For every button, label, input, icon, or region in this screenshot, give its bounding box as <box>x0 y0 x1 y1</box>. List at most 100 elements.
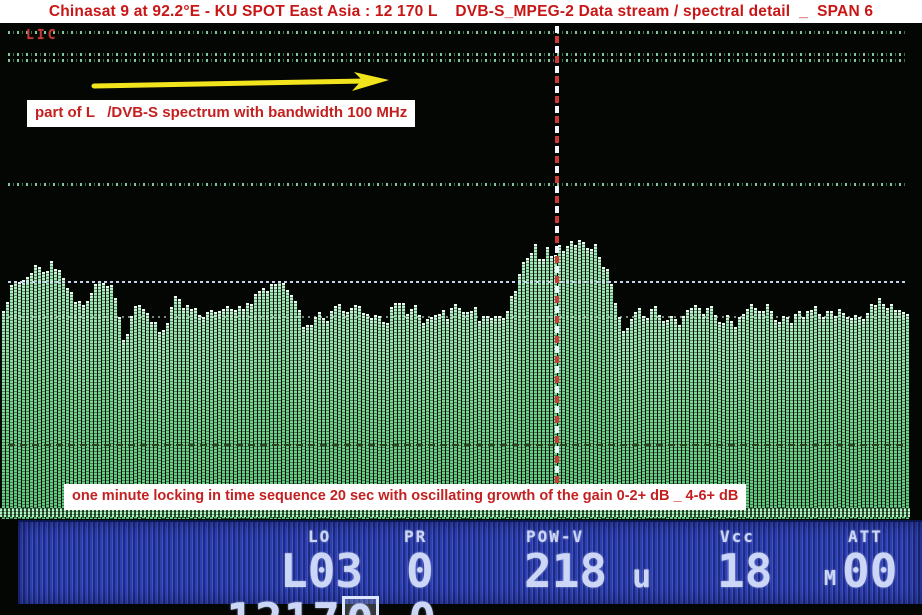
osd-corner-text: LIC <box>26 28 58 43</box>
spectrum-bar <box>586 248 589 519</box>
att-label: ATT <box>848 529 883 545</box>
spectrum-bar <box>582 242 585 519</box>
spectrum-bar <box>34 265 37 519</box>
spectrum-bar <box>574 245 577 519</box>
spectrum-bar <box>806 311 809 519</box>
timing-annotation: one minute locking in time sequence 20 s… <box>64 484 746 510</box>
spectrum-bar <box>870 304 873 519</box>
gridline <box>8 444 908 446</box>
spectrum-bar <box>766 304 769 519</box>
spectrum-bar <box>874 305 877 519</box>
att-value: 00 <box>842 548 897 594</box>
spectrum-bar <box>822 317 825 519</box>
pr-value: 0 <box>406 548 434 594</box>
direction-arrow <box>88 71 392 102</box>
att-prefix: M <box>824 568 836 588</box>
spectrum-bar <box>846 317 849 519</box>
spectrum-bar <box>534 244 537 519</box>
spectrum-bar <box>550 256 553 519</box>
spectrum-bar <box>518 274 521 519</box>
spectrum-bar <box>774 320 777 519</box>
spectrum-bar <box>778 322 781 519</box>
spectrum-bar <box>762 311 765 519</box>
spectrum-bar <box>590 249 593 519</box>
spectrum-bar <box>894 310 897 519</box>
spectrum-bar <box>770 311 773 519</box>
center-frequency-marker <box>555 26 559 517</box>
spectrum-bar <box>26 277 29 519</box>
spectrum-bar <box>606 269 609 519</box>
satellite-meter-screen: Chinasat 9 at 92.2°E - KU SPOT East Asia… <box>0 0 922 615</box>
spectrum-bar <box>530 253 533 519</box>
gridline <box>8 31 908 34</box>
spectrum-bar <box>526 258 529 519</box>
gridline <box>8 183 908 186</box>
spectrum-bar <box>798 311 801 519</box>
spectrum-bar <box>750 304 753 519</box>
spectrum-bar <box>790 323 793 519</box>
spectrum-bar <box>818 314 821 519</box>
spectrum-bar <box>566 246 569 519</box>
spectrum-bar <box>890 304 893 519</box>
spectrum-bar <box>830 311 833 519</box>
spectrum-bar <box>802 317 805 519</box>
page-title: Chinasat 9 at 92.2°E - KU SPOT East Asia… <box>49 3 873 21</box>
spectrum-bar <box>854 315 857 519</box>
gridline <box>8 281 908 283</box>
spectrum-bar <box>746 309 749 519</box>
spectrum-bar <box>810 310 813 519</box>
spectrum-bar <box>902 312 905 519</box>
pow-v-unit: u <box>632 560 651 592</box>
frequency-field[interactable]: 12170.0 <box>54 548 437 615</box>
spectrum-bar <box>30 273 33 519</box>
spectrum-bar <box>522 262 525 519</box>
spectrum-bar <box>594 244 597 519</box>
spectrum-bar <box>858 317 861 519</box>
lo-label: LO <box>308 529 331 545</box>
pow-v-value: 218 <box>524 548 607 594</box>
spectrum-bar <box>538 259 541 519</box>
spectrum-bar <box>906 314 909 519</box>
vcc-label: Vcc <box>720 529 755 545</box>
spectrum-bar <box>882 304 885 519</box>
spectrum-bar <box>562 251 565 519</box>
spectrum-bar <box>898 310 901 519</box>
spectrum-bar <box>866 313 869 519</box>
spectrum-bar <box>602 267 605 519</box>
spectrum-bar <box>42 272 45 519</box>
spectrum-bar <box>754 308 757 519</box>
spectrum-bar <box>850 318 853 519</box>
spectrum-bar <box>842 313 845 519</box>
vcc-value: 18 <box>717 548 772 594</box>
spectrum-bar <box>50 261 53 519</box>
spectrum-bar <box>2 311 5 519</box>
spectrum-bar <box>834 316 837 519</box>
title-bar: Chinasat 9 at 92.2°E - KU SPOT East Asia… <box>0 0 922 23</box>
spectrum-bar <box>54 269 57 519</box>
spectrum-bar <box>10 285 13 519</box>
spectrum-bar <box>58 270 61 519</box>
spectrum-bar <box>598 257 601 519</box>
gridline <box>8 53 908 56</box>
spectrum-bar <box>794 314 797 519</box>
spectrum-bar <box>862 319 865 519</box>
gridline <box>8 316 908 318</box>
spectrum-display: LIC part of L /DVB-S spectrum with bandw… <box>0 23 922 517</box>
bandwidth-annotation: part of L /DVB-S spectrum with bandwidth… <box>27 100 415 127</box>
gridline <box>8 59 908 62</box>
status-bar: 12170.0 LO L03 PR 0 POW-V 218 u Vcc 18 A… <box>18 520 922 604</box>
spectrum-bar <box>826 311 829 519</box>
spectrum-bar <box>6 302 9 519</box>
frequency-cursor-digit[interactable]: 0 <box>342 596 379 615</box>
spectrum-bar <box>570 241 573 519</box>
spectrum-bar <box>786 317 789 519</box>
spectrum-bar <box>62 278 65 519</box>
spectrum-bar <box>542 259 545 519</box>
spectrum-bar <box>886 308 889 519</box>
pr-label: PR <box>404 529 427 545</box>
spectrum-bar <box>46 271 49 519</box>
spectrum-bar <box>878 298 881 519</box>
spectrum-bar <box>838 309 841 519</box>
spectrum-bar <box>38 267 41 519</box>
spectrum-bar <box>546 247 549 519</box>
